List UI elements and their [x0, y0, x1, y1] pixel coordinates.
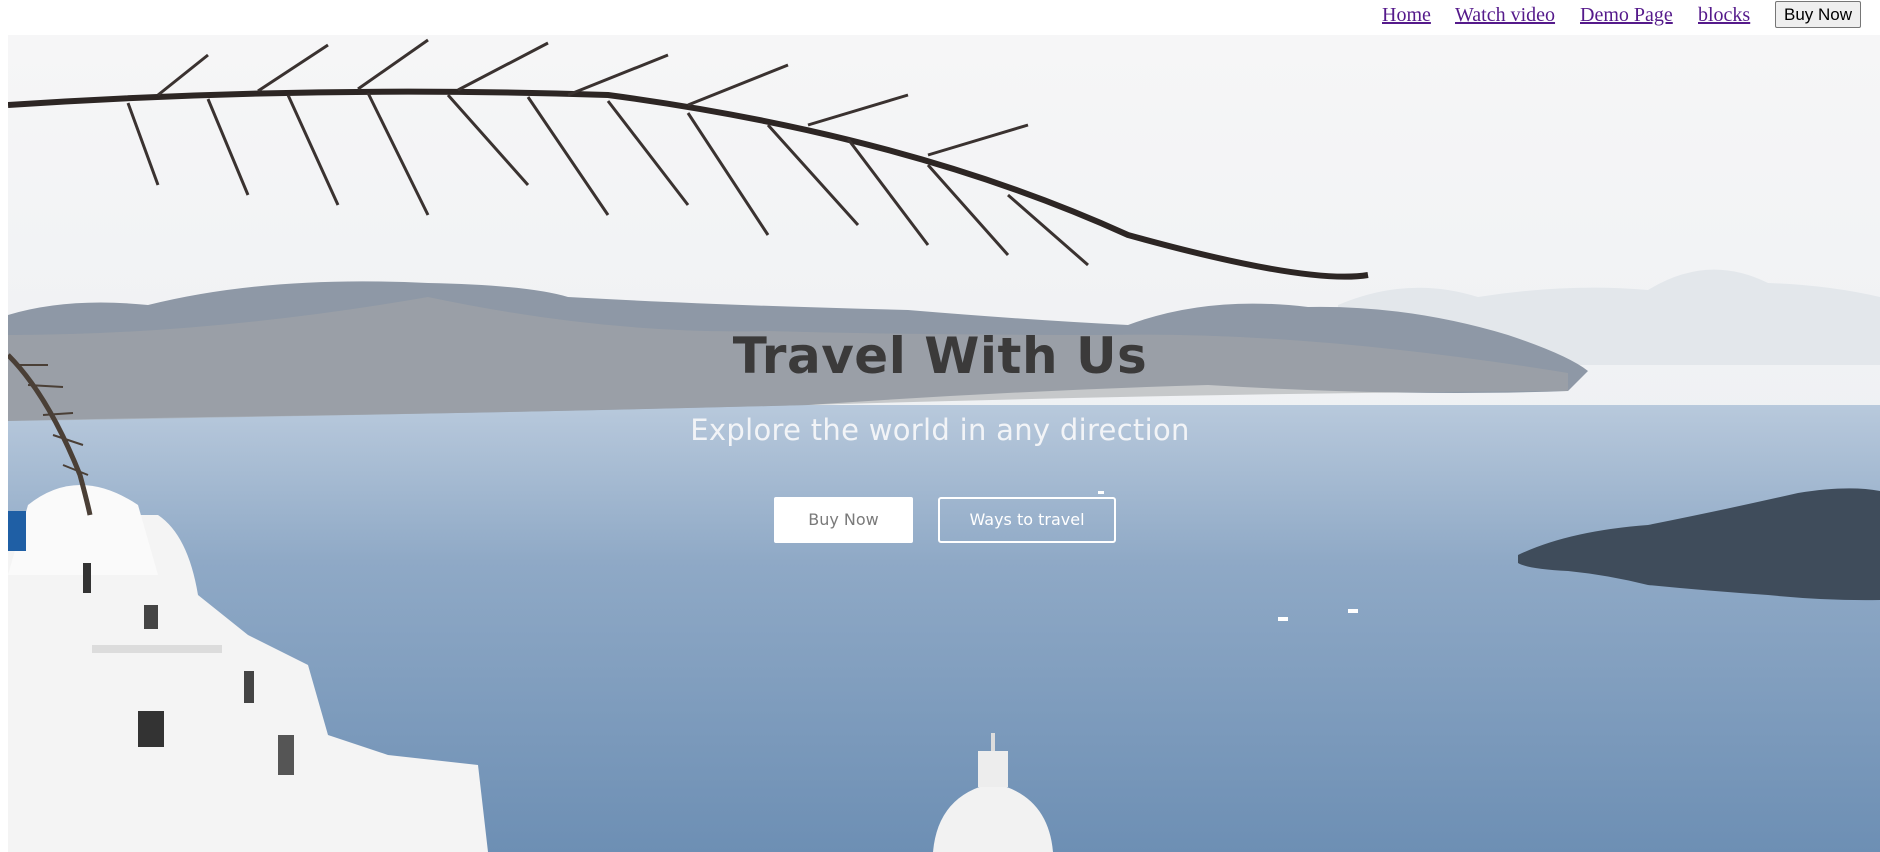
- buy-now-button[interactable]: Buy Now: [774, 497, 913, 543]
- nav-link-watch-video[interactable]: Watch video: [1455, 3, 1555, 27]
- hero-title: Travel With Us: [732, 327, 1148, 385]
- ways-to-travel-button[interactable]: Ways to travel: [938, 497, 1116, 543]
- hero-subtitle: Explore the world in any direction: [690, 413, 1190, 447]
- hero-section: Travel With Us Explore the world in any …: [8, 35, 1880, 852]
- nav-link-home[interactable]: Home: [1382, 3, 1431, 27]
- nav-link-blocks[interactable]: blocks: [1698, 3, 1750, 27]
- top-nav: Home Watch video Demo Page blocks Buy No…: [0, 0, 1880, 35]
- nav-link-demo-page[interactable]: Demo Page: [1580, 3, 1673, 27]
- nav-buy-now-button[interactable]: Buy Now: [1775, 1, 1862, 28]
